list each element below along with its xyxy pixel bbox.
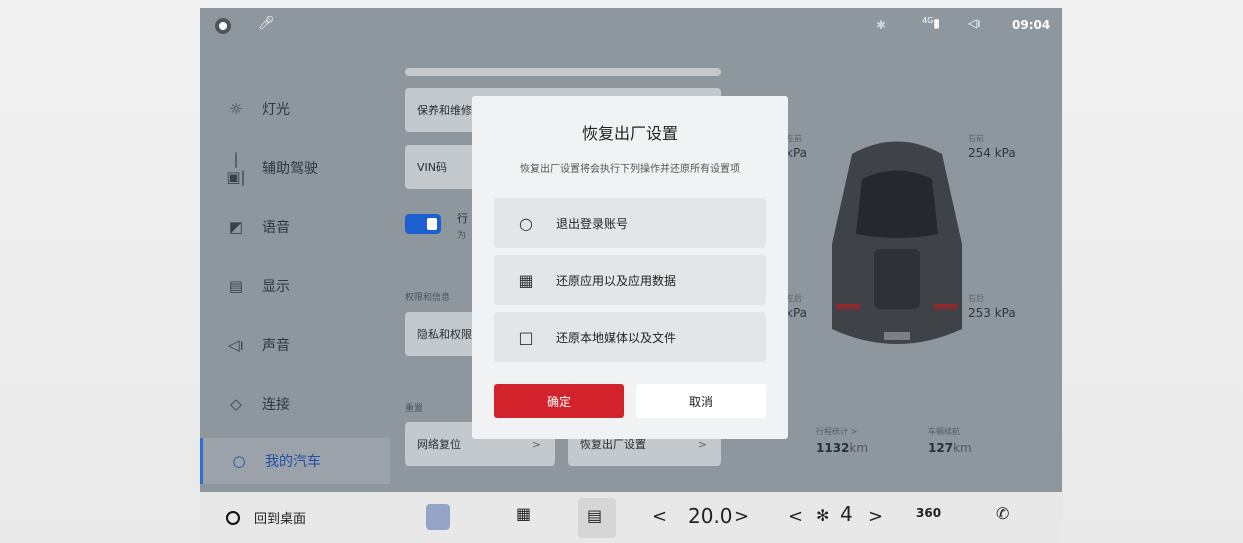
bluetooth-icon: ✱ — [876, 18, 887, 32]
sidebar-item-label: 辅助驾驶 — [262, 161, 318, 177]
display-icon: ▤ — [228, 277, 244, 295]
chevron-right-icon: > — [531, 437, 541, 451]
option-label: 还原本地媒体以及文件 — [556, 330, 677, 345]
assist-icon: |▣| — [226, 150, 246, 186]
file-icon: □ — [518, 327, 534, 347]
factory-reset-dialog: 恢复出厂设置 恢复出厂设置将会执行下列操作并还原所有设置项 ○ 退出登录账号 ▦… — [472, 96, 788, 439]
option-media: □ 还原本地媒体以及文件 — [494, 312, 766, 362]
scroll-hint — [405, 68, 721, 76]
sound-icon: ◁ı — [228, 336, 244, 354]
fan-increase-button[interactable]: > — [868, 506, 883, 527]
sidebar-item-label: 我的汽车 — [265, 454, 321, 470]
trip-stat[interactable]: 行程统计 >1132km — [816, 426, 868, 455]
dialog-subtitle: 恢复出厂设置将会执行下列操作并还原所有设置项 — [520, 164, 740, 175]
tire-rear-right: 右后 253 kPa — [968, 294, 1016, 320]
home-button[interactable]: 回到桌面 — [226, 508, 306, 527]
car-icon[interactable]: ▤ — [587, 506, 602, 525]
maintenance-label: 保养和维修 — [417, 104, 472, 117]
fan-level: 4 — [840, 502, 853, 526]
fan-decrease-button[interactable]: < — [788, 506, 803, 527]
sidebar-item-sound[interactable]: ◁ı 声音 — [200, 322, 390, 368]
privacy-section-label: 权限和信息 — [405, 293, 451, 303]
reset-section-label: 重置 — [405, 404, 424, 414]
chevron-right-icon: > — [697, 437, 707, 451]
mic-icon[interactable]: 🎤︎ — [258, 16, 275, 31]
temperature-value: 20.0 — [688, 504, 733, 528]
sidebar-item-label: 显示 — [262, 279, 290, 295]
voice-icon: ◩ — [228, 218, 244, 236]
network-reset-label: 网络复位 — [417, 438, 461, 451]
option-logout: ○ 退出登录账号 — [494, 198, 766, 248]
car-display: 🎤︎ ✱ 4G▮ ◁ı 09:04 ☼ 灯光 |▣| 辅助驾驶 ◩ 语音 ▤ 显… — [200, 8, 1062, 543]
view-360-button[interactable]: 360 — [916, 506, 941, 520]
option-apps: ▦ 还原应用以及应用数据 — [494, 255, 766, 305]
apps-icon: ▦ — [518, 270, 534, 290]
sidebar-item-display[interactable]: ▤ 显示 — [200, 263, 390, 309]
confirm-button[interactable]: 确定 — [494, 384, 624, 418]
user-icon: ○ — [232, 452, 246, 470]
temp-increase-button[interactable]: > — [734, 506, 749, 527]
account-icon: ○ — [519, 213, 533, 233]
signal-icon: 4G▮ — [922, 16, 940, 30]
bottom-bar: 回到桌面 ▦ ▤ < 20.0 > < ✻ 4 > 360 ✆ — [200, 492, 1062, 543]
apps-grid-icon[interactable]: ▦ — [516, 504, 531, 523]
phone-icon[interactable]: ✆ — [996, 504, 1009, 523]
sidebar-item-connect[interactable]: ◇ 连接 — [200, 381, 390, 427]
sidebar-item-label: 声音 — [262, 338, 290, 354]
sidebar-item-my-car[interactable]: ○ 我的汽车 — [200, 438, 390, 484]
app-tile-icon[interactable] — [426, 504, 450, 530]
dialog-title: 恢复出厂设置 — [581, 124, 678, 143]
home-icon — [226, 510, 240, 525]
status-bar: 🎤︎ ✱ 4G▮ ◁ı 09:04 — [200, 8, 1062, 44]
range-stat[interactable]: 车辆续航 127km — [928, 426, 972, 455]
home-label: 回到桌面 — [254, 512, 307, 527]
sidebar-item-label: 语音 — [262, 220, 290, 236]
option-label: 退出登录账号 — [556, 216, 629, 231]
fan-icon: ✻ — [816, 506, 830, 525]
tire-rear-left: 左后 kPa — [786, 294, 807, 320]
sidebar-item-voice[interactable]: ◩ 语音 — [200, 204, 390, 250]
feature-toggle[interactable] — [405, 214, 441, 234]
sidebar-item-label: 连接 — [262, 397, 290, 413]
toggle-label: 行 — [457, 212, 468, 225]
option-label: 还原应用以及应用数据 — [556, 273, 677, 288]
light-icon: ☼ — [229, 100, 243, 118]
voice-assistant-icon[interactable] — [215, 18, 231, 34]
link-icon: ◇ — [230, 395, 242, 413]
screen-background: 🎤︎ ✱ 4G▮ ◁ı 09:04 ☼ 灯光 |▣| 辅助驾驶 ◩ 语音 ▤ 显… — [0, 0, 1243, 543]
vin-label: VIN码 — [417, 161, 447, 174]
toggle-sublabel: 为 — [457, 231, 467, 241]
sidebar-item-assist[interactable]: |▣| 辅助驾驶 — [200, 145, 390, 191]
privacy-label: 隐私和权限 — [417, 328, 472, 341]
sidebar-item-label: 灯光 — [262, 102, 290, 118]
tire-front-right: 右前 254 kPa — [968, 134, 1016, 160]
tire-front-left: 左前 kPa — [786, 134, 807, 160]
clock: 09:04 — [1012, 18, 1051, 32]
temp-decrease-button[interactable]: < — [652, 506, 667, 527]
car-image — [832, 141, 962, 344]
cancel-button[interactable]: 取消 — [636, 384, 766, 418]
sidebar-item-light[interactable]: ☼ 灯光 — [200, 86, 390, 132]
volume-icon[interactable]: ◁ı — [968, 16, 981, 30]
